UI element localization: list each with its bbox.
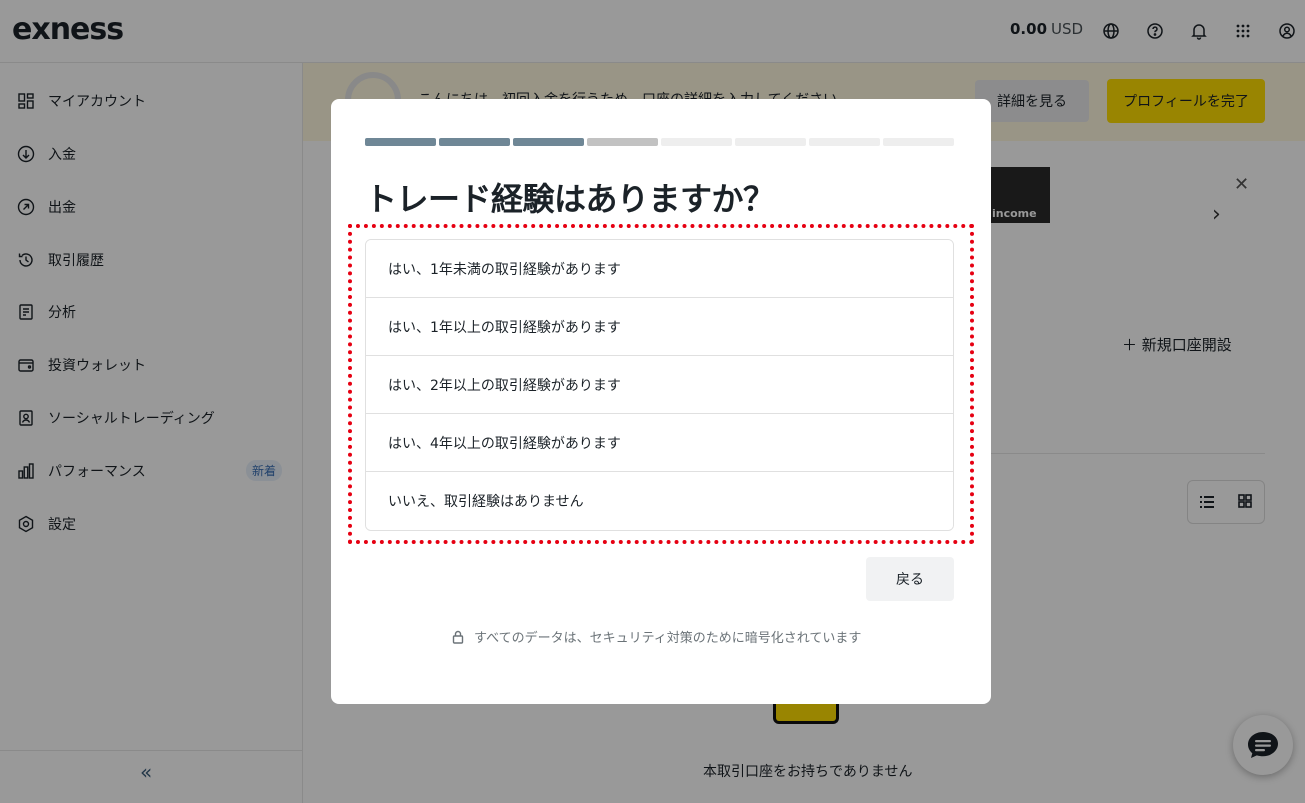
option-less-than-1-year[interactable]: はい、1年未満の取引経験があります [366,240,953,298]
back-button[interactable]: 戻る [866,557,954,601]
trading-experience-modal: トレード経験はありますか？ はい、1年未満の取引経験があります はい、1年以上の… [331,99,991,704]
question-title: トレード経験はありますか？ [365,180,775,218]
progress-segment [809,138,880,146]
experience-options: はい、1年未満の取引経験があります はい、1年以上の取引経験があります はい、2… [365,239,954,531]
progress-segment [587,138,658,146]
progress-segment [513,138,584,146]
lock-icon [452,630,464,644]
progress-segment [439,138,510,146]
option-no-experience[interactable]: いいえ、取引経験はありません [366,472,953,530]
security-note-text: すべてのデータは、セキュリティ対策のために暗号化されています [474,631,862,646]
progress-segment [365,138,436,146]
progress-segment [661,138,732,146]
option-2-years-plus[interactable]: はい、2年以上の取引経験があります [366,356,953,414]
progress-segment [735,138,806,146]
option-4-years-plus[interactable]: はい、4年以上の取引経験があります [366,414,953,472]
progress-segment [883,138,954,146]
security-note: すべてのデータは、セキュリティ対策のために暗号化されています [452,627,861,646]
option-1-year-plus[interactable]: はい、1年以上の取引経験があります [366,298,953,356]
step-progress [365,138,954,146]
